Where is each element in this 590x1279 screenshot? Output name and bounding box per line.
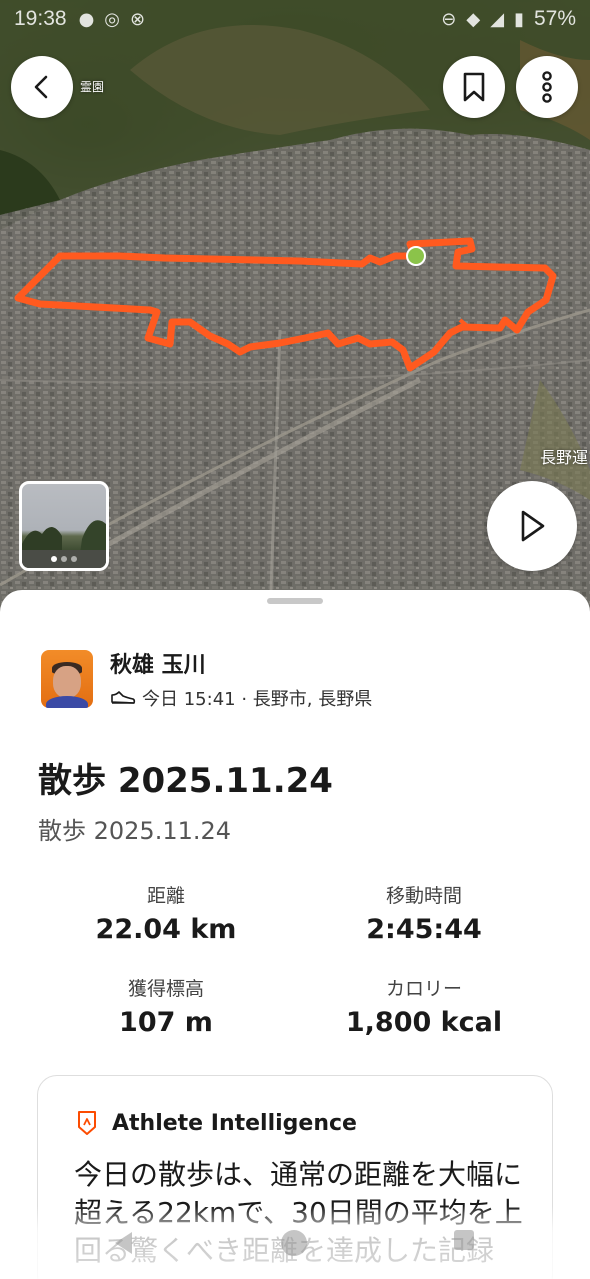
stat-calories: カロリー 1,800 kcal <box>294 974 554 1038</box>
athlete-intelligence-title: Athlete Intelligence <box>112 1110 357 1136</box>
headset-icon: ◎ <box>104 8 120 30</box>
sheet-drag-handle[interactable] <box>267 598 323 604</box>
stat-label: カロリー <box>385 978 462 1000</box>
more-options-button[interactable] <box>516 56 578 118</box>
map-label-temple: 霊園 <box>80 80 105 94</box>
status-notification-icons: ● ◎ ⊗ <box>79 9 146 30</box>
stat-distance: 距離 22.04 km <box>36 881 296 945</box>
chevron-left-icon <box>34 75 48 99</box>
nav-home-button[interactable] <box>281 1230 307 1256</box>
stat-label: 獲得標高 <box>127 978 204 1000</box>
nav-recents-button[interactable] <box>454 1230 474 1250</box>
stat-elevation: 獲得標高 107 m <box>36 974 296 1038</box>
stat-value: 1,800 kcal <box>345 1007 503 1038</box>
battery-icon: ▮ <box>514 8 524 30</box>
status-time: 19:38 <box>14 7 67 30</box>
person-icon: ● <box>78 8 95 30</box>
activity-detail-sheet[interactable]: 秋雄 玉川 今日 15:41 · 長野市, 長野県 散歩 2025.11.24 … <box>0 590 590 1279</box>
activity-meta-text: 今日 15:41 · 長野市, 長野県 <box>142 689 373 710</box>
stat-value: 107 m <box>119 1007 213 1038</box>
shield-icon: ⊗ <box>130 8 146 30</box>
athlete-name[interactable]: 秋雄 玉川 <box>110 647 372 679</box>
signal-icon: ◢ <box>490 8 505 30</box>
battery-level: 57% <box>533 7 576 30</box>
more-vertical-icon <box>542 71 552 103</box>
bookmark-icon <box>463 72 485 102</box>
nav-back-button[interactable] <box>112 1230 134 1256</box>
stat-label: 移動時間 <box>385 885 462 907</box>
photo-pager-dots <box>22 556 106 562</box>
activity-title: 散歩 2025.11.24 <box>38 761 333 801</box>
athlete-intelligence-header: Athlete Intelligence <box>76 1110 357 1136</box>
stat-value: 22.04 km <box>95 914 237 945</box>
play-icon <box>521 510 545 542</box>
wifi-icon: ◆ <box>466 8 481 30</box>
map-label-park: 長野運 <box>540 448 589 467</box>
activity-photo-thumbnail[interactable] <box>19 481 109 571</box>
athlete-intelligence-icon <box>78 1111 96 1135</box>
start-marker <box>406 246 426 266</box>
status-system-icons: ⊖ ◆ ◢ ▮ 57% <box>441 7 576 31</box>
athlete-header[interactable]: 秋雄 玉川 今日 15:41 · 長野市, 長野県 <box>41 647 372 711</box>
dnd-icon: ⊖ <box>441 8 457 30</box>
avatar[interactable] <box>41 650 93 708</box>
back-button[interactable] <box>11 56 73 118</box>
status-bar: 19:38 ● ◎ ⊗ ⊖ ◆ ◢ ▮ 57% <box>0 0 590 38</box>
stat-moving-time: 移動時間 2:45:44 <box>294 881 554 945</box>
shoe-icon <box>111 691 136 704</box>
system-navigation-bar <box>0 1206 590 1279</box>
bookmark-button[interactable] <box>443 56 505 118</box>
play-flyover-button[interactable] <box>487 481 577 571</box>
stat-value: 2:45:44 <box>366 914 482 945</box>
activity-description: 散歩 2025.11.24 <box>38 817 232 845</box>
stat-label: 距離 <box>146 885 185 907</box>
activity-meta: 今日 15:41 · 長野市, 長野県 <box>110 685 372 711</box>
